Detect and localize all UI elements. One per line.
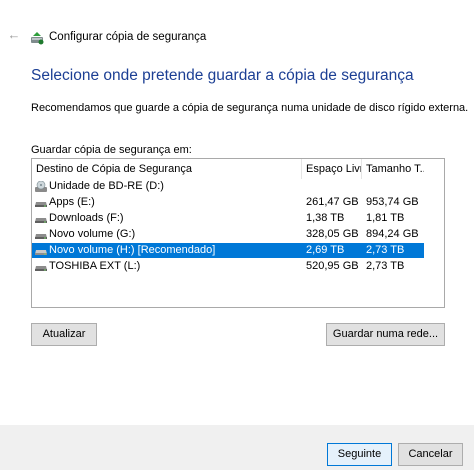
list-item-total-size: 953,74 GB [366,196,419,208]
list-item[interactable]: Apps (E:) 261,47 GB 953,74 GB [32,195,424,210]
list-item-name: Unidade de BD-RE (D:) [49,180,164,192]
window-title: Configurar cópia de segurança [49,31,207,43]
optical-drive-icon [35,181,47,192]
list-item-free-space: 328,05 GB [306,228,359,240]
back-arrow-icon[interactable]: ← [6,28,22,42]
hard-drive-icon [35,218,47,223]
list-item[interactable]: Unidade de BD-RE (D:) [32,179,424,194]
next-button[interactable]: Seguinte [327,443,392,466]
list-item-name: TOSHIBA EXT (L:) [49,260,141,272]
title-bar: ← Configurar cópia de segurança [0,0,474,45]
list-item-total-size: 1,81 TB [366,212,405,224]
list-item[interactable]: Downloads (F:) 1,38 TB 1,81 TB [32,211,424,226]
list-item-selected[interactable]: Novo volume (H:) [Recomendado] 2,69 TB 2… [32,243,424,258]
page-heading: Selecione onde pretende guardar a cópia … [31,67,414,84]
list-item-name: Apps (E:) [49,196,95,208]
list-item-free-space: 1,38 TB [306,212,345,224]
hard-drive-icon [35,250,47,255]
destination-list[interactable]: Destino de Cópia de Segurança Espaço Liv… [31,158,445,308]
list-header: Destino de Cópia de Segurança Espaço Liv… [32,159,444,179]
destination-list-label: Guardar cópia de segurança em: [31,144,192,156]
list-item-total-size: 2,73 TB [366,260,405,272]
hard-drive-icon [35,234,47,239]
column-header-free-space[interactable]: Espaço Livre [302,159,362,179]
recommendation-text: Recomendamos que guarde a cópia de segur… [31,102,469,114]
list-item-name: Novo volume (G:) [49,228,136,240]
list-item-name: Downloads (F:) [49,212,124,224]
list-item-name: Novo volume (H:) [Recomendado] [49,244,216,256]
list-item-free-space: 520,95 GB [306,260,359,272]
refresh-button[interactable]: Atualizar [31,323,97,346]
list-item-free-space: 2,69 TB [306,244,345,256]
list-item-free-space: 261,47 GB [306,196,359,208]
save-to-network-button[interactable]: Guardar numa rede... [326,323,445,346]
list-item-total-size: 894,24 GB [366,228,419,240]
list-item-total-size: 2,73 TB [366,244,405,256]
column-header-total-size[interactable]: Tamanho T... [362,159,424,179]
hard-drive-icon [35,266,47,271]
list-item[interactable]: TOSHIBA EXT (L:) 520,95 GB 2,73 TB [32,259,424,274]
backup-app-icon [31,32,44,45]
column-header-destination[interactable]: Destino de Cópia de Segurança [32,159,302,179]
list-item[interactable]: Novo volume (G:) 328,05 GB 894,24 GB [32,227,424,242]
cancel-button[interactable]: Cancelar [398,443,463,466]
hard-drive-icon [35,202,47,207]
